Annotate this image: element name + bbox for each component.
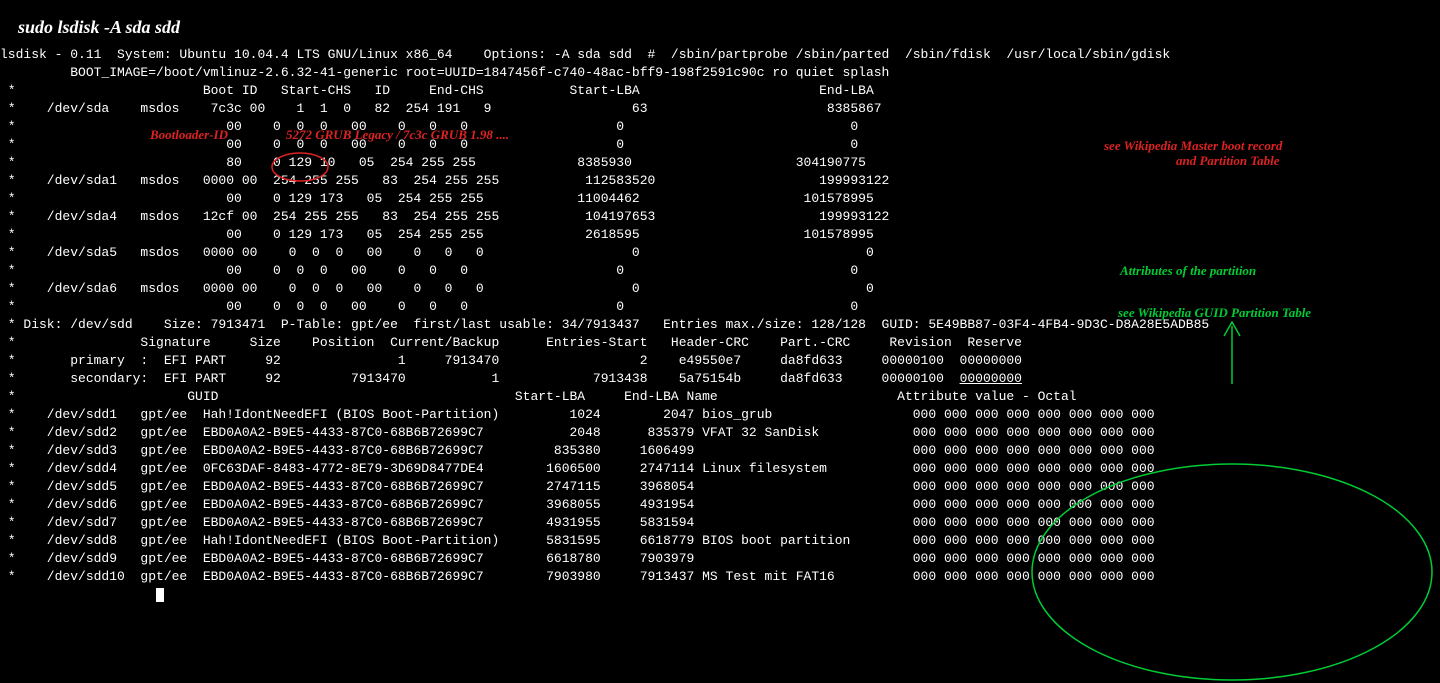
terminal: sudo lsdisk -A sda sdd lsdisk - 0.11 Sys… <box>0 0 1440 604</box>
gpt-header-columns: * Signature Size Position Current/Backup… <box>0 334 1440 352</box>
gpt-row: * /dev/sdd10 gpt/ee EBD0A0A2-B9E5-4433-8… <box>0 568 1440 586</box>
annotation-attributes: Attributes of the partition <box>1120 262 1256 280</box>
annotation-bootloader-desc: 5272 GRUB Legacy / 7c3c GRUB 1.98 .... <box>286 126 509 144</box>
mbr-row: * /dev/sda5 msdos 0000 00 0 0 0 00 0 0 0… <box>0 244 1440 262</box>
cursor <box>156 588 164 602</box>
mbr-row: * /dev/sda4 msdos 12cf 00 254 255 255 83… <box>0 208 1440 226</box>
prompt-cursor-line[interactable] <box>0 586 1440 604</box>
gpt-row: * /dev/sdd4 gpt/ee 0FC63DAF-8483-4772-8E… <box>0 460 1440 478</box>
gpt-row: * /dev/sdd3 gpt/ee EBD0A0A2-B9E5-4433-87… <box>0 442 1440 460</box>
gpt-header-row: * secondary: EFI PART 92 7913470 1 79134… <box>0 370 1440 388</box>
mbr-row: * /dev/sda6 msdos 0000 00 0 0 0 00 0 0 0… <box>0 280 1440 298</box>
mbr-row: * 00 0 129 173 05 254 255 255 2618595 10… <box>0 226 1440 244</box>
gpt-row: * /dev/sdd5 gpt/ee EBD0A0A2-B9E5-4433-87… <box>0 478 1440 496</box>
mbr-row: * 00 0 129 173 05 254 255 255 11004462 1… <box>0 190 1440 208</box>
mbr-row: * /dev/sda msdos 7c3c 00 1 1 0 82 254 19… <box>0 100 1440 118</box>
mbr-column-header: * Boot ID Start-CHS ID End-CHS Start-LBA… <box>0 82 1440 100</box>
command-line: sudo lsdisk -A sda sdd <box>0 0 1440 46</box>
system-header: lsdisk - 0.11 System: Ubuntu 10.04.4 LTS… <box>0 46 1440 64</box>
boot-image-line: BOOT_IMAGE=/boot/vmlinuz-2.6.32-41-gener… <box>0 64 1440 82</box>
gpt-row: * /dev/sdd8 gpt/ee Hah!IdontNeedEFI (BIO… <box>0 532 1440 550</box>
gpt-row: * /dev/sdd9 gpt/ee EBD0A0A2-B9E5-4433-87… <box>0 550 1440 568</box>
gpt-row: * /dev/sdd6 gpt/ee EBD0A0A2-B9E5-4433-87… <box>0 496 1440 514</box>
gpt-row: * /dev/sdd2 gpt/ee EBD0A0A2-B9E5-4433-87… <box>0 424 1440 442</box>
gpt-row: * /dev/sdd1 gpt/ee Hah!IdontNeedEFI (BIO… <box>0 406 1440 424</box>
mbr-row: * /dev/sda1 msdos 0000 00 254 255 255 83… <box>0 172 1440 190</box>
gpt-row: * /dev/sdd7 gpt/ee EBD0A0A2-B9E5-4433-87… <box>0 514 1440 532</box>
gpt-header-row: * primary : EFI PART 92 1 7913470 2 e495… <box>0 352 1440 370</box>
gpt-partition-header: * GUID Start-LBA End-LBA Name Attribute … <box>0 388 1440 406</box>
annotation-mbr-link2: and Partition Table <box>1176 152 1280 170</box>
annotation-gpt-link: see Wikipedia GUID Partition Table <box>1118 304 1311 322</box>
annotation-bootloader-label: Bootloader-ID <box>150 126 228 144</box>
